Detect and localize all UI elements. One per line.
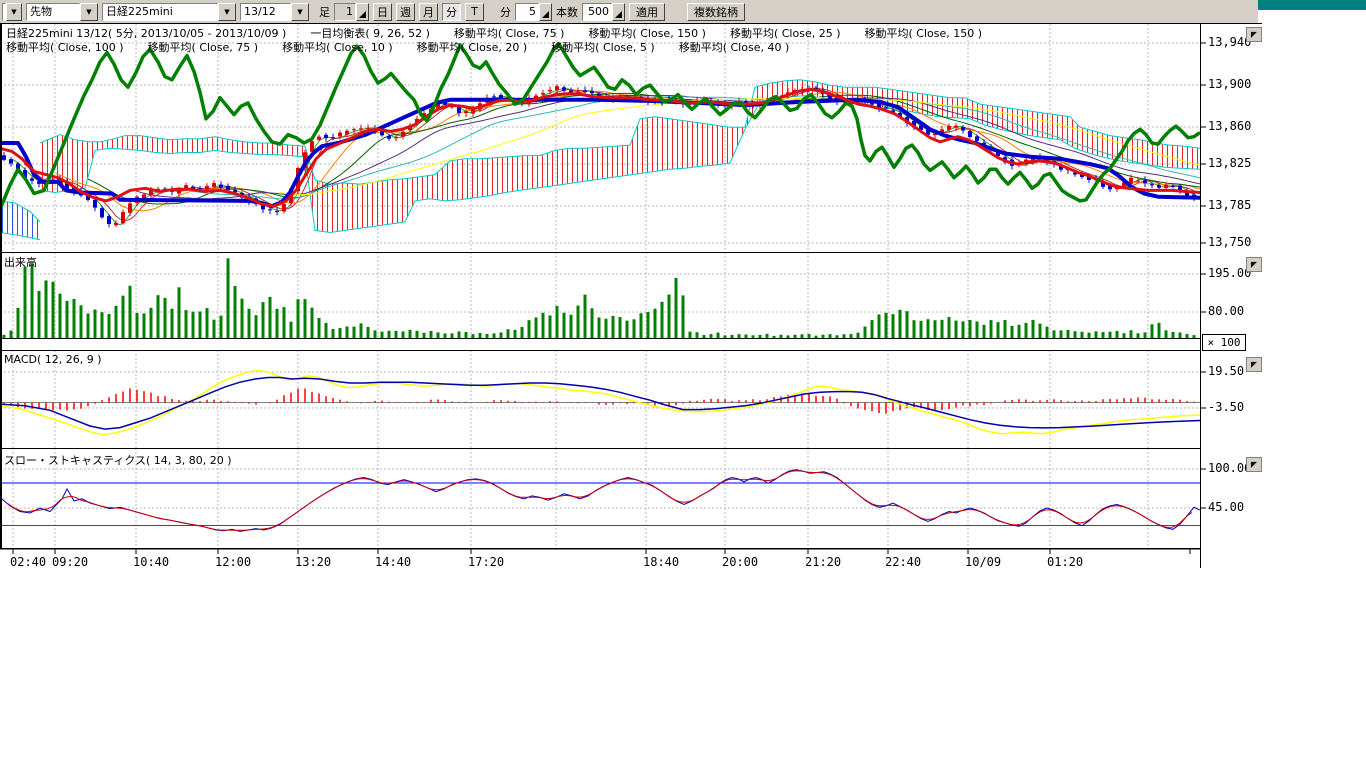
pane-scroll-button[interactable]: ◤	[1246, 357, 1262, 372]
spin-icon[interactable]	[612, 3, 625, 21]
minute-value[interactable]: 5	[515, 3, 539, 21]
contract-month-dropdown[interactable]: 13/12 ▼	[240, 3, 309, 21]
time-axis-label: 21:20	[805, 555, 841, 569]
pane-scroll-button[interactable]: ◤	[1246, 457, 1262, 472]
contract-value: 13/12	[240, 3, 291, 21]
multi-symbol-button[interactable]: 複数銘柄	[687, 3, 745, 21]
category-dropdown[interactable]: 先物 ▼	[26, 3, 98, 21]
time-axis-label: 10:40	[133, 555, 169, 569]
apply-button[interactable]: 適用	[629, 3, 665, 21]
minute-spinner[interactable]: 5	[515, 3, 552, 21]
toolbar: ▼ 先物 ▼ 日経225mini ▼ 13/12 ▼ 足 1 日 週 月 分 T…	[0, 0, 1258, 23]
time-axis-label: 09:20	[52, 555, 88, 569]
time-axis-label: 13:20	[295, 555, 331, 569]
time-axis-label: 22:40	[885, 555, 921, 569]
spin-icon[interactable]	[356, 3, 369, 21]
volume-multiplier-badge: × 100	[1202, 334, 1246, 351]
volume-axis-label: 80.00	[1208, 304, 1244, 318]
time-axis-label: 01:20	[1047, 555, 1083, 569]
chevron-down-icon[interactable]: ▼	[218, 3, 236, 21]
bar-count-label: 本数	[556, 4, 578, 20]
chevron-down-icon[interactable]: ▼	[6, 3, 22, 21]
stoch-axis-label: 100.00	[1208, 461, 1251, 475]
price-axis-label: 13,860	[1208, 119, 1251, 133]
volume-pane-title: 出来高	[4, 254, 37, 270]
bar-interval-value[interactable]: 1	[334, 3, 356, 21]
time-axis-label: 10/09	[965, 555, 1001, 569]
stochastics-pane-title: スロー・ストキャスティクス( 14, 3, 80, 20 )	[4, 452, 232, 468]
symbol-dropdown[interactable]: 日経225mini ▼	[102, 3, 236, 21]
period-tick-button[interactable]: T	[465, 3, 484, 21]
macd-axis-label: 19.50	[1208, 364, 1244, 378]
time-axis-label: 14:40	[375, 555, 411, 569]
time-axis-label: 12:00	[215, 555, 251, 569]
time-axis-label: 18:40	[643, 555, 679, 569]
chart-application-window: ▼ 先物 ▼ 日経225mini ▼ 13/12 ▼ 足 1 日 週 月 分 T…	[0, 0, 1366, 768]
bar-count-spinner[interactable]: 500	[582, 3, 625, 21]
time-axis-label: 17:20	[468, 555, 504, 569]
price-axis-label: 13,750	[1208, 235, 1251, 249]
period-minute-button[interactable]: 分	[442, 3, 461, 21]
chart-canvas[interactable]	[0, 0, 1366, 768]
volume-axis-label: 195.00	[1208, 266, 1251, 280]
period-week-button[interactable]: 週	[396, 3, 415, 21]
spin-icon[interactable]	[539, 3, 552, 21]
bar-interval-spinner[interactable]: 1	[334, 3, 369, 21]
price-axis-label: 13,785	[1208, 198, 1251, 212]
price-axis-label: 13,940	[1208, 35, 1251, 49]
pane-scroll-button[interactable]: ◤	[1246, 257, 1262, 272]
pane-scroll-button[interactable]: ◤	[1246, 27, 1262, 42]
chevron-down-icon[interactable]: ▼	[291, 3, 309, 21]
stoch-axis-label: 45.00	[1208, 500, 1244, 514]
period-day-button[interactable]: 日	[373, 3, 392, 21]
bar-count-value[interactable]: 500	[582, 3, 612, 21]
time-axis-label: 20:00	[722, 555, 758, 569]
price-axis-label: 13,825	[1208, 156, 1251, 170]
minute-label: 分	[500, 4, 511, 20]
macd-axis-label: -3.50	[1208, 400, 1244, 414]
time-axis-label: 02:40	[10, 555, 46, 569]
period-month-button[interactable]: 月	[419, 3, 438, 21]
mini-dropdown[interactable]: ▼	[2, 3, 22, 21]
category-value: 先物	[26, 3, 80, 21]
price-axis-label: 13,900	[1208, 77, 1251, 91]
bar-type-label: 足	[319, 4, 330, 20]
symbol-value: 日経225mini	[102, 3, 218, 21]
macd-pane-title: MACD( 12, 26, 9 )	[4, 353, 102, 366]
chevron-down-icon[interactable]: ▼	[80, 3, 98, 21]
